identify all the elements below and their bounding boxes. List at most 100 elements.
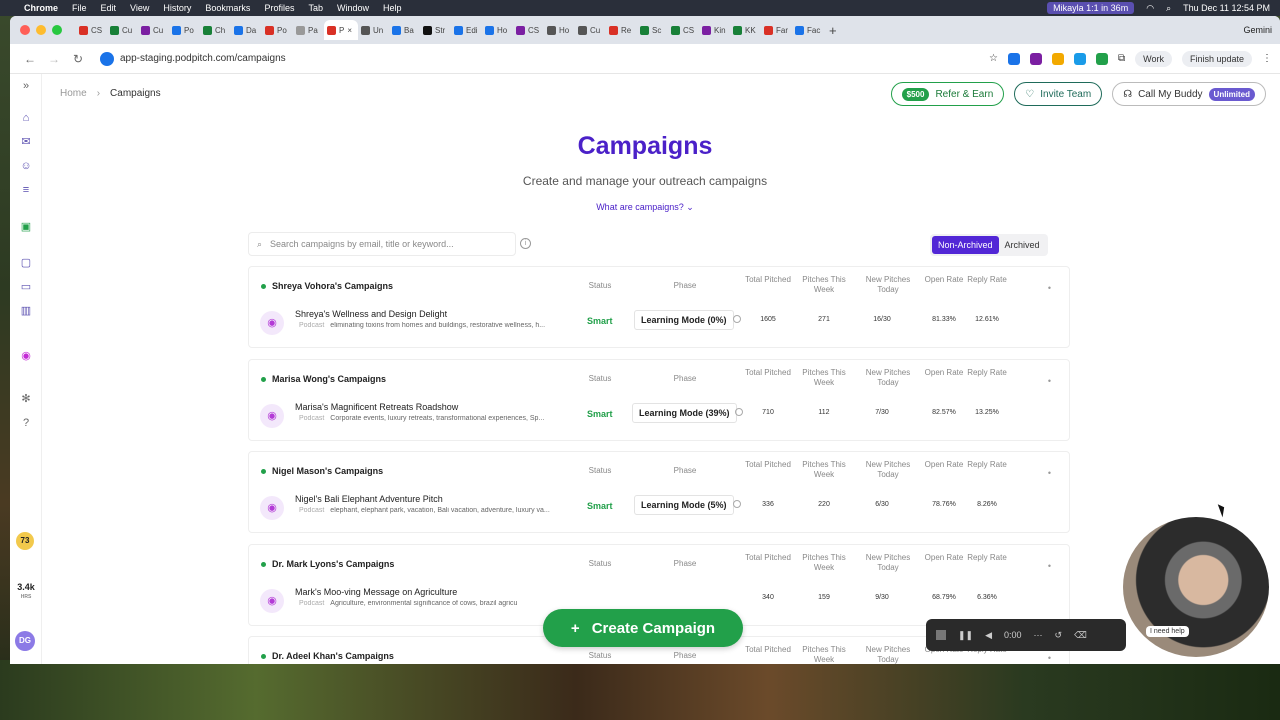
- browser-tab[interactable]: Str: [420, 20, 451, 40]
- sort-indicator[interactable]: •: [1048, 468, 1051, 478]
- campaign-name[interactable]: Shreya's Wellness and Design Delight: [295, 309, 447, 319]
- browser-tab[interactable]: Pa: [293, 20, 324, 40]
- finish-update-button[interactable]: Finish update: [1181, 50, 1252, 67]
- sort-indicator[interactable]: •: [1048, 283, 1051, 293]
- more-menu-icon[interactable]: ⋮: [1262, 53, 1272, 64]
- tab-non-archived[interactable]: Non-Archived: [932, 236, 999, 254]
- back-icon[interactable]: ←: [18, 52, 42, 66]
- browser-tab[interactable]: KK: [730, 20, 761, 40]
- menu-tab[interactable]: Tab: [308, 3, 323, 13]
- browser-tab[interactable]: Far: [761, 20, 792, 40]
- table-row[interactable]: ◉ Marisa's Magnificent Retreats Roadshow P…: [249, 400, 1069, 432]
- campaign-name[interactable]: Nigel's Bali Elephant Adventure Pitch: [295, 494, 443, 504]
- call-buddy-button[interactable]: ☊ Call My Buddy Unlimited: [1112, 82, 1266, 106]
- reload-icon[interactable]: ↻: [66, 52, 90, 66]
- browser-tab[interactable]: Ch: [200, 20, 231, 40]
- menu-history[interactable]: History: [163, 3, 191, 13]
- browser-tab[interactable]: Kin: [699, 20, 730, 40]
- browser-tab[interactable]: CS: [76, 20, 107, 40]
- sort-indicator[interactable]: •: [1048, 376, 1051, 386]
- gemini-button[interactable]: Gemini: [1243, 25, 1272, 35]
- browser-tab[interactable]: Da: [231, 20, 262, 40]
- url-field[interactable]: app-staging.podpitch.com/campaigns: [96, 48, 896, 70]
- menu-view[interactable]: View: [130, 3, 149, 13]
- browser-tab[interactable]: Ho: [482, 20, 513, 40]
- browser-tab[interactable]: Edi: [451, 20, 482, 40]
- browser-tab[interactable]: Po: [169, 20, 200, 40]
- help-icon[interactable]: ?: [19, 416, 33, 430]
- forward-icon[interactable]: →: [42, 52, 66, 66]
- chart-icon[interactable]: ▥: [19, 304, 33, 318]
- chat-icon[interactable]: ▢: [19, 256, 33, 270]
- breadcrumb-home[interactable]: Home: [60, 88, 87, 99]
- menu-edit[interactable]: Edit: [101, 3, 117, 13]
- settings-icon[interactable]: ✻: [19, 392, 33, 406]
- browser-tab[interactable]: CS: [668, 20, 699, 40]
- create-campaign-button[interactable]: + Create Campaign: [543, 609, 743, 647]
- refer-earn-button[interactable]: $500 Refer & Earn: [890, 82, 1005, 106]
- browser-tab[interactable]: Cu: [138, 20, 169, 40]
- menu-file[interactable]: File: [72, 3, 87, 13]
- table-row[interactable]: ◉ Shreya's Wellness and Design Delight Pod…: [249, 307, 1069, 339]
- minimize-window-button[interactable]: [36, 25, 46, 35]
- stop-icon[interactable]: [936, 630, 946, 640]
- invite-team-button[interactable]: ♡ Invite Team: [1014, 82, 1103, 106]
- profile-button[interactable]: Work: [1135, 50, 1172, 67]
- browser-tab[interactable]: Ba: [389, 20, 420, 40]
- browser-tab[interactable]: Ho: [544, 20, 575, 40]
- extension-icon[interactable]: [1007, 52, 1020, 65]
- campaign-name[interactable]: Marisa's Magnificent Retreats Roadshow: [295, 402, 458, 412]
- search-input[interactable]: ⌕ Search campaigns by email, title or ke…: [248, 232, 516, 256]
- need-help-button[interactable]: I need help: [1146, 626, 1189, 637]
- gift-icon[interactable]: ▣: [19, 220, 33, 234]
- menu-app-name[interactable]: Chrome: [24, 3, 58, 13]
- browser-tab[interactable]: Fac: [792, 20, 823, 40]
- info-icon[interactable]: [733, 500, 741, 508]
- meeting-reminder[interactable]: Mikayla 1:1 in 36m: [1047, 2, 1135, 14]
- star-icon[interactable]: ☆: [989, 53, 998, 64]
- grid-icon[interactable]: ⋯: [1034, 630, 1043, 641]
- browser-tab[interactable]: Re: [606, 20, 637, 40]
- zoom-window-button[interactable]: [52, 25, 62, 35]
- close-window-button[interactable]: [20, 25, 30, 35]
- score-badge[interactable]: 73: [16, 532, 34, 550]
- browser-tab[interactable]: Po: [262, 20, 293, 40]
- info-icon[interactable]: i: [520, 238, 531, 249]
- avatar[interactable]: DG: [15, 631, 35, 651]
- browser-tab[interactable]: P ×: [324, 20, 358, 40]
- campaign-name[interactable]: Mark's Moo-ving Message on Agriculture: [295, 587, 457, 597]
- extension-icon[interactable]: [1095, 52, 1108, 65]
- expand-sidebar-icon[interactable]: »: [19, 79, 33, 93]
- sort-indicator[interactable]: •: [1048, 653, 1051, 663]
- menu-bookmarks[interactable]: Bookmarks: [205, 3, 250, 13]
- pause-icon[interactable]: ❚❚: [958, 630, 973, 641]
- card-icon[interactable]: ▭: [19, 280, 33, 294]
- site-info-icon[interactable]: [100, 51, 114, 66]
- target-icon[interactable]: ◉: [19, 349, 33, 363]
- trash-icon[interactable]: ⌫: [1074, 630, 1087, 641]
- search-icon[interactable]: ⌕: [1166, 3, 1171, 14]
- new-tab-button[interactable]: +: [829, 23, 837, 38]
- close-tab-icon[interactable]: ×: [347, 26, 352, 35]
- extension-icon[interactable]: [1051, 52, 1064, 65]
- users-icon[interactable]: ☺: [19, 159, 33, 173]
- info-icon[interactable]: [733, 315, 741, 323]
- info-icon[interactable]: [735, 407, 743, 416]
- browser-tab[interactable]: Un: [358, 20, 389, 40]
- menu-window[interactable]: Window: [337, 3, 369, 13]
- table-row[interactable]: ◉ Nigel's Bali Elephant Adventure Pitch Po…: [249, 492, 1069, 524]
- extension-icon[interactable]: [1029, 52, 1042, 65]
- tab-archived[interactable]: Archived: [999, 236, 1046, 254]
- wifi-icon[interactable]: ◠: [1146, 3, 1154, 14]
- browser-tab[interactable]: Cu: [575, 20, 606, 40]
- restart-icon[interactable]: ↺: [1055, 630, 1063, 641]
- browser-tab[interactable]: CS: [513, 20, 544, 40]
- browser-tab[interactable]: Sc: [637, 20, 668, 40]
- extension-icon[interactable]: [1073, 52, 1086, 65]
- home-icon[interactable]: ⌂: [19, 111, 33, 125]
- menu-profiles[interactable]: Profiles: [264, 3, 294, 13]
- sort-indicator[interactable]: •: [1048, 561, 1051, 571]
- browser-tab[interactable]: Cu: [107, 20, 138, 40]
- mute-icon[interactable]: ◀: [985, 630, 992, 641]
- datetime[interactable]: Thu Dec 11 12:54 PM: [1183, 3, 1270, 13]
